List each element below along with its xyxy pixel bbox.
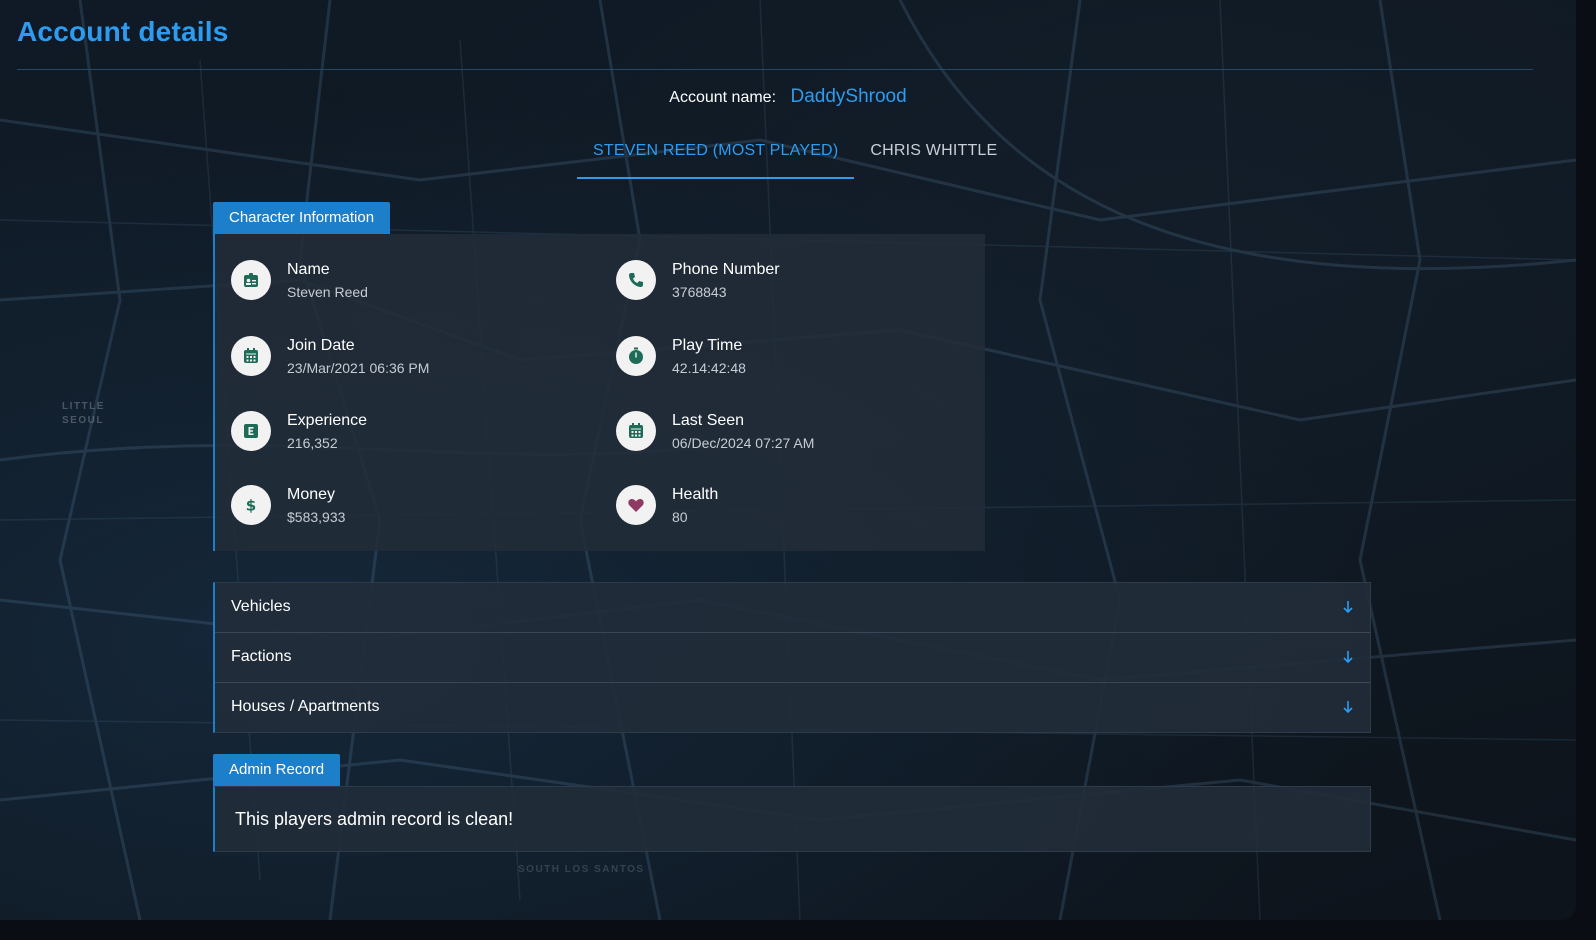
character-information-tab: Character Information bbox=[213, 202, 391, 234]
info-value: 80 bbox=[672, 509, 688, 525]
info-label: Name bbox=[287, 261, 330, 278]
accordion-label: Vehicles bbox=[231, 598, 291, 615]
account-name-row: Account name: DaddyShrood bbox=[0, 86, 1576, 108]
info-label: Health bbox=[672, 486, 719, 503]
accordion-label: Factions bbox=[231, 648, 292, 665]
header: Account details bbox=[17, 0, 1533, 70]
character-tabs: STEVEN REED (MOST PLAYED) CHRIS WHITTLE bbox=[577, 128, 1013, 179]
details-accordion: Vehicles Factions Houses / Apartments bbox=[213, 582, 1371, 733]
calendar-icon bbox=[616, 411, 656, 451]
accordion-label: Houses / Apartments bbox=[231, 698, 380, 715]
tab-steven-reed[interactable]: STEVEN REED (MOST PLAYED) bbox=[577, 128, 855, 179]
experience-icon bbox=[231, 411, 271, 451]
heart-icon bbox=[616, 485, 656, 525]
calendar-icon bbox=[231, 336, 271, 376]
info-label: Last Seen bbox=[672, 412, 745, 429]
arrow-down-icon bbox=[1343, 701, 1353, 714]
arrow-down-icon bbox=[1343, 651, 1353, 664]
arrow-down-icon bbox=[1343, 601, 1353, 614]
tab-chris-whittle[interactable]: CHRIS WHITTLE bbox=[854, 128, 1013, 177]
info-value: 06/Dec/2024 07:27 AM bbox=[672, 435, 815, 451]
info-label: Play Time bbox=[672, 337, 743, 354]
info-value: 3768843 bbox=[672, 284, 727, 300]
info-value: 216,352 bbox=[287, 435, 338, 451]
map-district-label: LITTLE SEOUL bbox=[62, 401, 105, 426]
dollar-icon: $ bbox=[231, 485, 271, 525]
info-label: Experience bbox=[287, 412, 368, 429]
info-value: $583,933 bbox=[287, 509, 346, 525]
admin-record-tab: Admin Record bbox=[213, 754, 341, 786]
phone-icon bbox=[616, 260, 656, 300]
account-name-value: DaddyShrood bbox=[790, 86, 907, 107]
account-details-page: Account details LITTLE SEOUL Account nam… bbox=[0, 0, 1576, 920]
svg-text:$: $ bbox=[246, 497, 256, 515]
accordion-houses-apartments[interactable]: Houses / Apartments bbox=[215, 683, 1370, 732]
stopwatch-icon bbox=[616, 336, 656, 376]
info-label: Join Date bbox=[287, 337, 355, 354]
account-name-label: Account name: bbox=[669, 89, 777, 106]
accordion-vehicles[interactable]: Vehicles bbox=[215, 583, 1370, 633]
info-value: Steven Reed bbox=[287, 284, 368, 300]
page-title: Account details bbox=[17, 16, 229, 47]
info-label: Phone Number bbox=[672, 261, 780, 278]
id-badge-icon bbox=[231, 260, 271, 300]
info-value: 23/Mar/2021 06:36 PM bbox=[287, 360, 430, 376]
info-value: 42.14:42:48 bbox=[672, 360, 746, 376]
info-label: Money bbox=[287, 486, 336, 503]
map-district-label: SOUTH LOS SANTOS bbox=[518, 864, 645, 875]
admin-record-panel: This players admin record is clean! bbox=[213, 786, 1371, 852]
admin-record-message: This players admin record is clean! bbox=[235, 809, 514, 829]
character-information-panel: Name Steven Reed Phone Number 3768843 Jo… bbox=[213, 234, 985, 551]
accordion-factions[interactable]: Factions bbox=[215, 633, 1370, 683]
